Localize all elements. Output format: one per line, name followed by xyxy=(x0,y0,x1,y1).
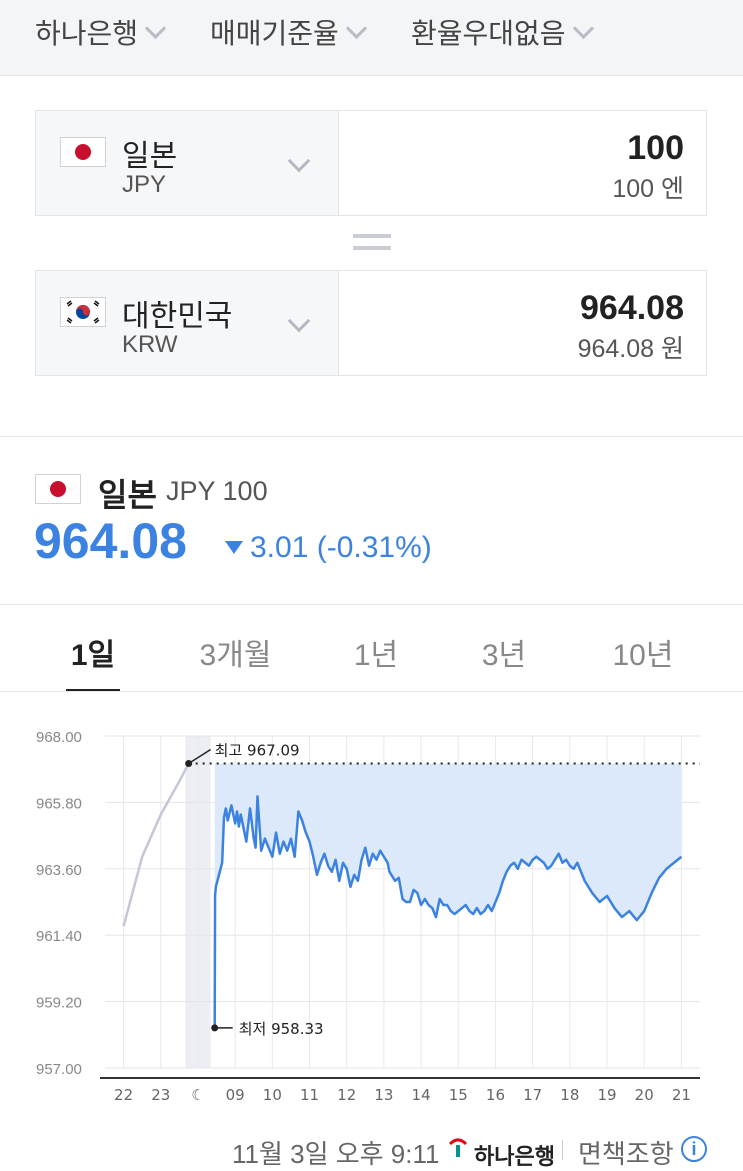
y-tick-label: 959.20 xyxy=(36,995,82,1012)
chevron-down-icon xyxy=(287,309,311,333)
filter-bar: 하나은행 매매기준율 환율우대없음 xyxy=(0,0,743,76)
rate-change: 3.01 (-0.31%) xyxy=(250,531,432,564)
x-tick-label: 14 xyxy=(412,1086,431,1104)
japan-flag-icon xyxy=(35,474,81,504)
down-triangle-icon xyxy=(225,541,243,554)
to-currency-select[interactable]: 대한민국 KRW xyxy=(36,271,339,375)
x-tick-label: ☾ xyxy=(191,1086,204,1104)
section-divider xyxy=(0,691,743,692)
to-amount-text: 964.08 원 xyxy=(577,335,684,363)
high-area-fill xyxy=(214,763,682,1028)
from-currency-name: 일본 xyxy=(122,140,178,173)
from-amount-input[interactable]: 100 xyxy=(627,129,684,168)
to-amount-input[interactable]: 964.08 xyxy=(580,289,684,328)
chevron-down-icon xyxy=(144,17,167,39)
x-tick-label: 12 xyxy=(337,1086,356,1104)
korea-flag-icon xyxy=(60,297,106,327)
tab-10year[interactable]: 10년 xyxy=(605,630,681,674)
section-divider xyxy=(0,436,743,437)
from-currency-card: 일본 JPY 100 100 엔 xyxy=(35,110,707,216)
to-currency-card: 대한민국 KRW 964.08 964.08 원 xyxy=(35,270,707,376)
x-tick-label: 22 xyxy=(114,1086,133,1104)
from-currency-code: JPY xyxy=(122,171,167,198)
low-label: 최저 958.33 xyxy=(239,1020,324,1038)
chevron-down-icon xyxy=(572,17,594,39)
from-currency-select[interactable]: 일본 JPY xyxy=(36,111,339,215)
from-amount-text: 100 엔 xyxy=(612,175,684,203)
x-tick-label: 21 xyxy=(672,1086,691,1104)
tab-3month[interactable]: 3개월 xyxy=(188,630,283,674)
x-tick-label: 16 xyxy=(486,1086,505,1104)
tab-1day[interactable]: 1일 xyxy=(66,630,120,674)
info-icon[interactable]: i xyxy=(681,1136,707,1162)
footer-divider xyxy=(562,1140,563,1160)
preferential-label: 환율우대없음 xyxy=(411,18,566,49)
section-divider xyxy=(0,604,743,605)
x-tick-label: 19 xyxy=(597,1086,616,1104)
japan-flag-icon xyxy=(60,137,106,167)
bank-select-label: 하나은행 xyxy=(35,18,139,49)
exchange-rate-chart[interactable]: 968.00 965.80 963.60 961.40 959.20 957.00 22 23… xyxy=(0,700,743,1120)
x-tick-label: 10 xyxy=(263,1086,282,1104)
to-currency-code: KRW xyxy=(122,331,178,358)
equals-icon xyxy=(353,234,391,252)
timestamp: 11월 3일 오후 9:11 xyxy=(232,1139,440,1169)
rate-basis-label: 매매기준율 xyxy=(210,18,339,49)
high-label: 최고 967.09 xyxy=(215,741,300,759)
y-tick-label: 961.40 xyxy=(36,928,82,945)
x-tick-label: 09 xyxy=(226,1086,245,1104)
high-marker xyxy=(185,759,193,767)
preferential-select[interactable]: 환율우대없음 xyxy=(411,12,594,52)
hana-logo-icon xyxy=(447,1136,469,1158)
disclaimer-link[interactable]: 면책조항 xyxy=(578,1134,674,1171)
y-tick-label: 968.00 xyxy=(36,729,82,746)
x-tick-label: 23 xyxy=(151,1086,170,1104)
x-tick-label: 15 xyxy=(449,1086,468,1104)
x-tick-label: 18 xyxy=(560,1086,579,1104)
x-tick-label: 17 xyxy=(523,1086,542,1104)
y-tick-label: 963.60 xyxy=(36,862,82,879)
tab-3year[interactable]: 3년 xyxy=(473,630,535,674)
chevron-down-icon xyxy=(287,149,311,173)
previous-day-line xyxy=(122,762,190,927)
bank-logo-text: 하나은행 xyxy=(474,1144,555,1169)
x-tick-label: 13 xyxy=(374,1086,393,1104)
rate-basis-select[interactable]: 매매기준율 xyxy=(210,12,367,52)
current-rate: 964.08 xyxy=(34,513,187,569)
summary-currency-name: 일본 xyxy=(98,477,157,513)
y-tick-label: 965.80 xyxy=(36,795,82,812)
y-tick-label: 957.00 xyxy=(36,1061,82,1078)
x-tick-label: 11 xyxy=(300,1086,319,1104)
tab-1year[interactable]: 1년 xyxy=(345,630,407,674)
bank-select[interactable]: 하나은행 xyxy=(35,12,167,52)
chevron-down-icon xyxy=(345,17,367,39)
summary-currency-code: JPY 100 xyxy=(166,476,268,506)
to-currency-name: 대한민국 xyxy=(122,300,233,333)
x-tick-label: 20 xyxy=(635,1086,654,1104)
